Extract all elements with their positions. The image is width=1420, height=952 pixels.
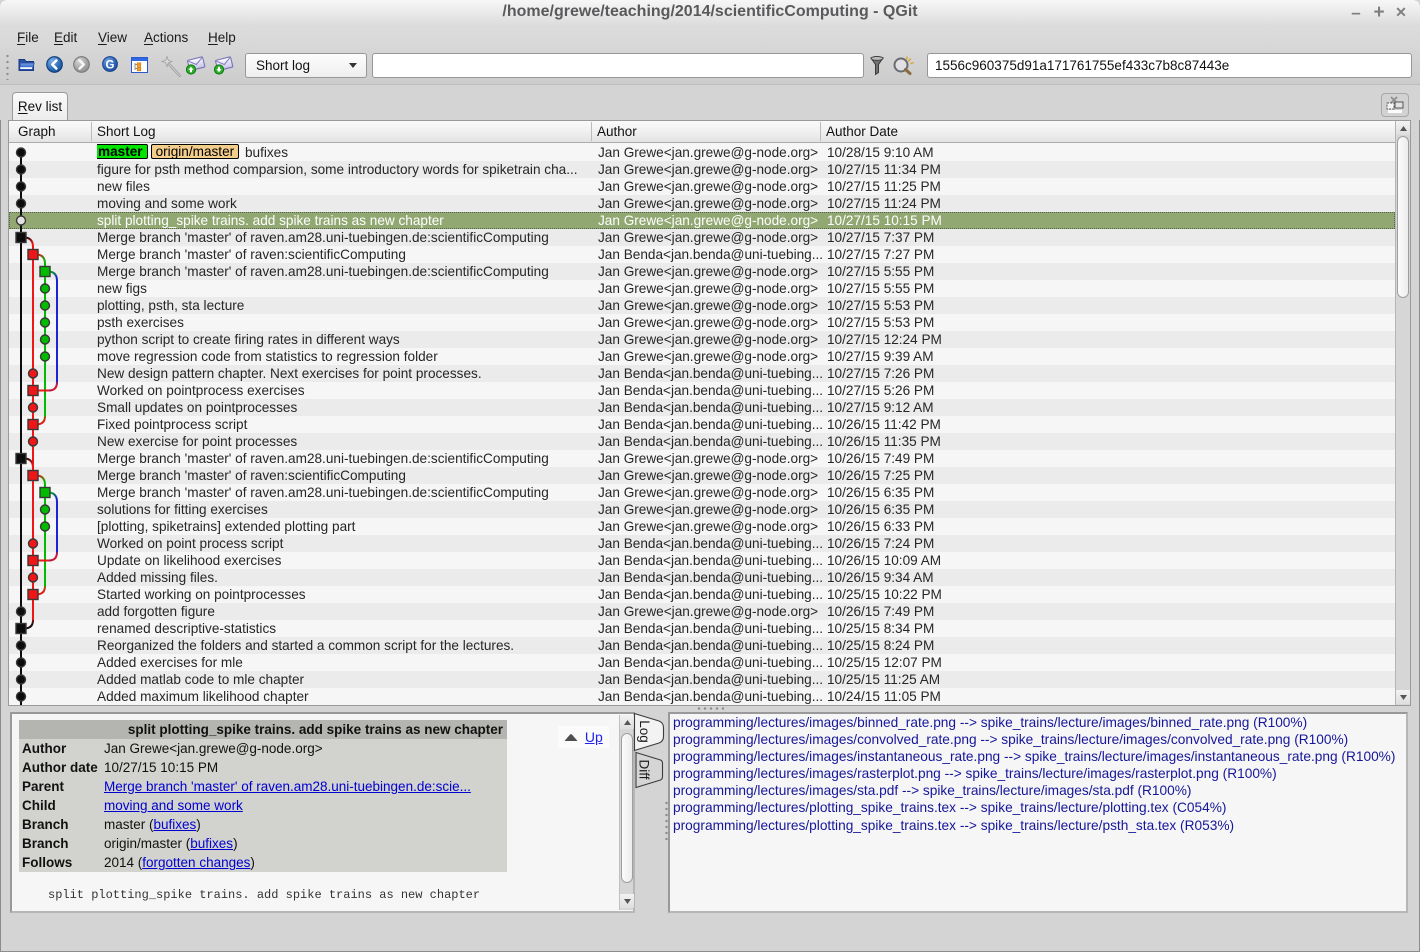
svg-text:Log: Log	[637, 720, 652, 743]
svg-text:Diff: Diff	[637, 759, 652, 779]
svg-text:G: G	[106, 60, 115, 72]
